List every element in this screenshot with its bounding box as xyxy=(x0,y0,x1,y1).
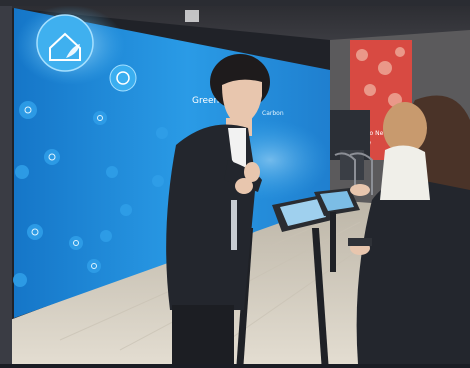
top-frame xyxy=(0,0,470,6)
dark-coat xyxy=(357,179,470,364)
ceiling-light xyxy=(185,10,199,22)
lanyard-badge xyxy=(231,200,237,250)
recycle-icon xyxy=(110,65,136,91)
hand-2 xyxy=(235,178,253,194)
phone xyxy=(348,238,372,246)
bg-blouse xyxy=(380,145,430,200)
photo-scene: Hello New Now Gr xyxy=(0,0,470,364)
house-leaf-icon xyxy=(37,15,93,71)
wall-subcaption: Carbon xyxy=(262,110,284,117)
bg-hand xyxy=(350,184,370,196)
trousers xyxy=(172,305,234,364)
left-frame xyxy=(0,0,12,364)
